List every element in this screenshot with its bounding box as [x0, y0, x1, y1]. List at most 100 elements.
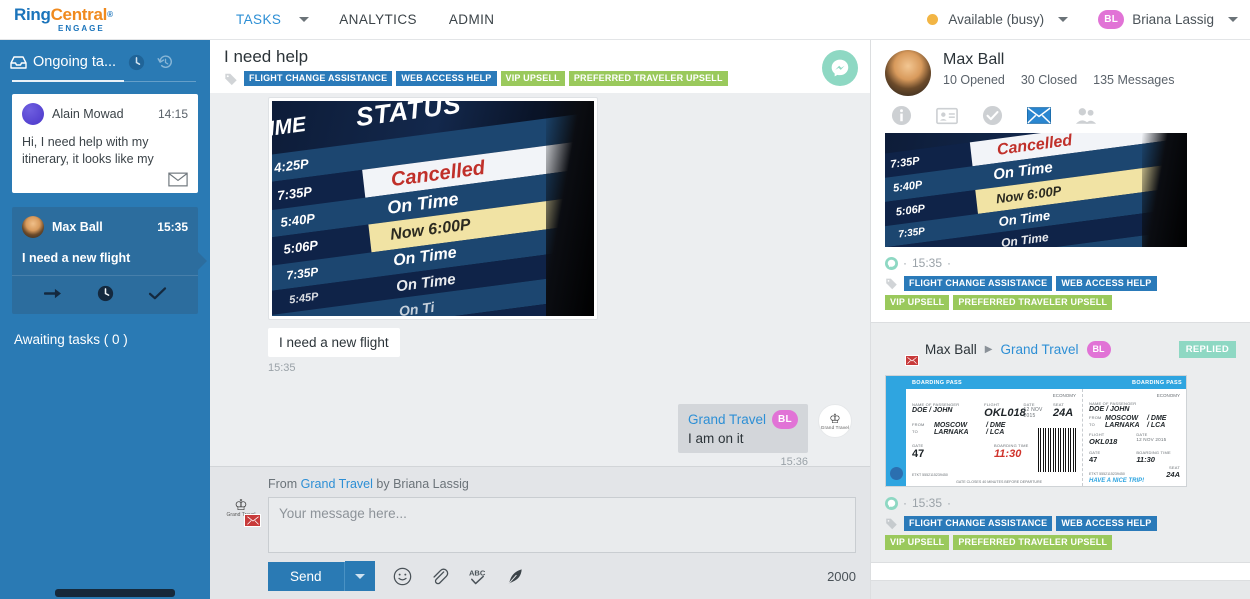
message-bubble: Grand Travel BL I am on it: [677, 404, 808, 453]
message-input[interactable]: Your message here...: [268, 497, 856, 553]
stub-date-block: DATE 12 NOV 2015: [1136, 432, 1166, 446]
messenger-icon: [885, 256, 898, 270]
check-circle-icon[interactable]: [982, 105, 1003, 126]
stub-nice-trip: HAVE A NICE TRIP!: [1089, 478, 1145, 484]
history-card-reply[interactable]: Max Ball ▶ Grand Travel BL REPLIED BOARD…: [871, 323, 1250, 563]
signature-feather-icon[interactable]: [506, 567, 525, 586]
history-image-attachment[interactable]: 7:35P Cancelled 5:40P On Time 5:06P Now …: [885, 133, 1236, 247]
task-list: Alain Mowad 14:15 Hi, I need help with m…: [0, 82, 210, 599]
tag-flight-change-assistance[interactable]: FLIGHT CHANGE ASSISTANCE: [904, 276, 1053, 291]
tag-preferred-traveler-upsell[interactable]: PREFERRED TRAVELER UPSELL: [953, 535, 1113, 550]
composer-from-line: From Grand Travel by Briana Lassig: [268, 477, 856, 491]
tab-tasks[interactable]: TASKS: [220, 0, 297, 40]
chevron-down-icon: [354, 573, 365, 579]
envelope-icon: [905, 355, 919, 366]
user-menu-toggle[interactable]: [1214, 0, 1238, 40]
task-timestamp: 15:35: [157, 220, 188, 234]
stub-gate-value: 47: [1089, 455, 1098, 464]
availability-status[interactable]: Available (busy): [948, 12, 1044, 27]
stat-messages: 135 Messages: [1093, 73, 1175, 87]
boarding-pass-header-label: BOARDING PASS: [912, 379, 962, 386]
user-name-label[interactable]: Briana Lassig: [1132, 12, 1214, 27]
contact-stats: 10 Opened 30 Closed 135 Messages: [943, 73, 1174, 87]
tag-flight-change-assistance[interactable]: FLIGHT CHANGE ASSISTANCE: [244, 71, 393, 86]
boarding-time-block: BOARDING TIME 11:30: [994, 443, 1029, 460]
contact-panel-tabs: [885, 96, 1236, 133]
message-image-attachment[interactable]: TIME STATUS 4:25P 7:35P Cancelled 5:40P …: [268, 97, 598, 320]
to-code: / LCA: [986, 429, 1005, 436]
info-icon[interactable]: [891, 105, 912, 126]
brand-registered-mark: ®: [107, 10, 113, 19]
message-list[interactable]: TIME STATUS 4:25P 7:35P Cancelled 5:40P …: [210, 93, 870, 466]
sidebar-scrollbar-thumb[interactable]: [55, 589, 175, 597]
messenger-icon[interactable]: [822, 50, 858, 86]
avatar-label: Grand Travel: [820, 424, 850, 430]
stub-boarding-block: BOARDING TIME 11:30: [1136, 450, 1171, 464]
status-dropdown-toggle[interactable]: [1044, 0, 1069, 40]
message-composer: ♔ Grand Travel From Grand Travel by Bria…: [210, 466, 870, 599]
envelope-icon[interactable]: [1027, 107, 1051, 124]
send-button[interactable]: Send: [268, 561, 345, 591]
tasks-dropdown-toggle[interactable]: [297, 0, 323, 40]
tag-vip-upsell[interactable]: VIP UPSELL: [500, 71, 565, 86]
task-card-header: Alain Mowad 14:15: [22, 103, 188, 125]
user-avatar-initials[interactable]: BL: [1098, 10, 1125, 29]
sidebar-scrollbar-track[interactable]: [0, 588, 210, 599]
task-contact-name: Alain Mowad: [52, 107, 124, 121]
boarding-pass-side-strip: [886, 376, 906, 486]
tag-web-access-help[interactable]: WEB ACCESS HELP: [1056, 516, 1157, 531]
message-text: I need a new flight: [268, 328, 400, 357]
etkt-number: ETKT 5552115239450: [912, 473, 948, 477]
to-label: TO: [912, 429, 918, 434]
task-card-alain-mowad[interactable]: Alain Mowad 14:15 Hi, I need help with m…: [12, 94, 198, 193]
tab-admin[interactable]: ADMIN: [433, 0, 511, 40]
spellcheck-abc-icon[interactable]: ABC: [467, 567, 488, 586]
tag-vip-upsell[interactable]: VIP UPSELL: [885, 295, 950, 310]
people-icon[interactable]: [1075, 106, 1097, 125]
task-card-max-ball[interactable]: Max Ball 15:35 I need a new flight: [12, 207, 207, 314]
board-bezel: [545, 101, 594, 316]
sidebar-tab-ongoing[interactable]: Ongoing ta...: [10, 54, 116, 70]
history-to-name[interactable]: Grand Travel: [1000, 342, 1078, 357]
history-list[interactable]: 7:35P Cancelled 5:40P On Time 5:06P Now …: [871, 133, 1250, 599]
tag-icon: [885, 277, 898, 290]
brand-logo[interactable]: RingCentral® ENGAGE: [0, 0, 210, 40]
stub-boarding-value: 11:30: [1136, 455, 1155, 464]
awaiting-tasks-label[interactable]: Awaiting tasks ( 0 ): [12, 328, 198, 351]
tag-web-access-help[interactable]: WEB ACCESS HELP: [396, 71, 497, 86]
page-title: I need help: [224, 47, 309, 66]
conversation-header-left: I need help FLIGHT CHANGE ASSISTANCE WEB…: [224, 46, 822, 86]
stub-to-code: / LCA: [1147, 422, 1166, 429]
emoji-icon[interactable]: [393, 567, 412, 586]
history-tags: FLIGHT CHANGE ASSISTANCE WEB ACCESS HELP…: [885, 276, 1185, 310]
clock-icon[interactable]: [128, 54, 145, 71]
stat-opened: 10 Opened: [943, 73, 1005, 87]
tag-web-access-help[interactable]: WEB ACCESS HELP: [1056, 276, 1157, 291]
chevron-down-icon: [1058, 17, 1069, 22]
from-org[interactable]: Grand Travel: [301, 477, 373, 491]
history-card-partial[interactable]: [871, 563, 1250, 581]
contact-card-icon[interactable]: [936, 107, 958, 125]
tab-analytics[interactable]: ANALYTICS: [323, 0, 433, 40]
boarding-time-value: 11:30: [994, 448, 1022, 460]
close-check-icon[interactable]: [148, 285, 167, 302]
globe-icon: [889, 467, 903, 480]
transfer-icon[interactable]: [43, 285, 63, 302]
tag-flight-change-assistance[interactable]: FLIGHT CHANGE ASSISTANCE: [904, 516, 1053, 531]
paperclip-icon[interactable]: [430, 567, 449, 586]
boarding-pass-header-bar: BOARDING PASS BOARDING PASS: [906, 376, 1186, 389]
stub-flight-row: FLIGHT OKL018 DATE 12 NOV 2015: [1089, 432, 1180, 446]
history-card-image[interactable]: 7:35P Cancelled 5:40P On Time 5:06P Now …: [871, 133, 1250, 323]
stub-from-code: / DME: [1147, 415, 1167, 422]
grand-travel-logo: ♔ Grand Travel: [224, 491, 261, 527]
tag-vip-upsell[interactable]: VIP UPSELL: [885, 535, 950, 550]
sidebar-tabs: Ongoing ta...: [0, 40, 210, 76]
history-icon[interactable]: [157, 54, 174, 71]
send-options-dropdown[interactable]: [344, 561, 375, 591]
boarding-pass-class: ECONOMY: [1052, 393, 1076, 398]
snooze-clock-icon[interactable]: [97, 285, 114, 302]
tag-preferred-traveler-upsell[interactable]: PREFERRED TRAVELER UPSELL: [568, 71, 728, 86]
history-image-attachment[interactable]: BOARDING PASS BOARDING PASS ECONOMY NAME: [885, 375, 1236, 487]
tag-preferred-traveler-upsell[interactable]: PREFERRED TRAVELER UPSELL: [953, 295, 1113, 310]
to-value: LARNAKA: [934, 429, 969, 436]
